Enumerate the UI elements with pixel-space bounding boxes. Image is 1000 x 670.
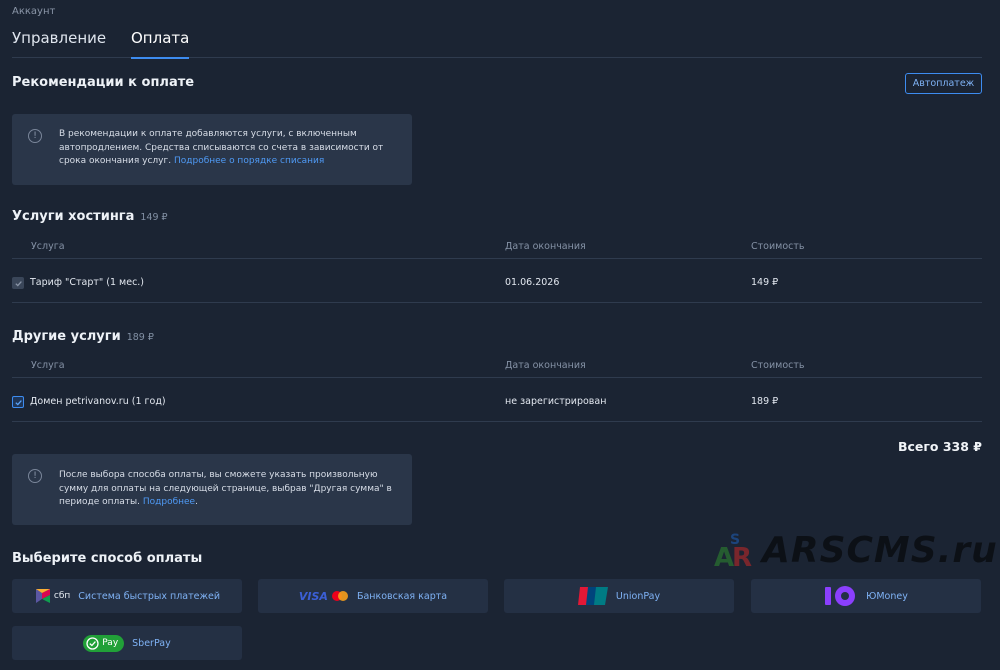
payment-method-sberpay[interactable]: Pay SberPay: [12, 626, 242, 660]
row-checkbox[interactable]: [12, 277, 24, 289]
tab-management[interactable]: Управление: [12, 29, 106, 58]
col-service: Услуга: [31, 360, 65, 371]
yoomoney-logo-icon: [824, 585, 858, 607]
recommend-info-box: ! В рекомендации к оплате добавляются ус…: [12, 114, 412, 185]
custom-sum-info-box: ! После выбора способа оплаты, вы сможет…: [12, 454, 412, 525]
autopay-button[interactable]: Автоплатеж: [905, 73, 982, 94]
col-end-date: Дата окончания: [505, 241, 586, 252]
watermark: A R S ARSCMS.ru: [712, 528, 998, 574]
sbp-logo-icon: сбп: [34, 587, 70, 605]
check-icon: [14, 280, 22, 286]
service-end-date: не зарегистрирован: [505, 396, 607, 407]
tab-payment[interactable]: Оплата: [131, 29, 190, 59]
other-table-header: Услуга Дата окончания Стоимость: [12, 356, 982, 378]
payment-title: Выберите способ оплаты: [12, 551, 203, 566]
payment-method-sbp[interactable]: сбп Система быстрых платежей: [12, 579, 242, 613]
tab-bar: Управление Оплата: [12, 29, 982, 59]
sberpay-logo-icon: Pay: [83, 634, 125, 652]
payment-method-label: UnionPay: [615, 590, 661, 602]
payment-order-link[interactable]: Подробнее о порядке списания: [174, 156, 324, 166]
unionpay-logo-icon: [577, 586, 608, 606]
payment-method-card[interactable]: VISA Банковская карта: [258, 579, 488, 613]
info-icon: !: [28, 469, 42, 483]
payment-method-label: ЮMoney: [866, 590, 908, 602]
breadcrumb[interactable]: Аккаунт: [12, 6, 55, 17]
total-amount: Всего 338 ₽: [897, 439, 982, 454]
watermark-text: ARSCMS.ru: [762, 529, 998, 571]
arscms-logo-icon: A R S: [712, 528, 756, 573]
custom-sum-info-text: После выбора способа оплаты, вы сможете …: [59, 470, 392, 508]
col-end-date: Дата окончания: [505, 360, 586, 371]
row-checkbox[interactable]: [12, 396, 24, 408]
col-service: Услуга: [31, 241, 65, 252]
payment-method-label: SberPay: [132, 637, 171, 649]
col-cost: Стоимость: [751, 360, 805, 371]
recommend-title: Рекомендации к оплате: [12, 75, 195, 90]
payment-method-label: Система быстрых платежей: [78, 590, 221, 602]
svg-text:S: S: [730, 532, 740, 548]
service-end-date: 01.06.2026: [505, 277, 560, 288]
table-row: Домен petrivanov.ru (1 год) не зарегистр…: [12, 382, 982, 422]
service-name: Тариф "Старт" (1 мес.): [30, 277, 145, 288]
visa-mastercard-logo-icon: VISA: [299, 590, 349, 603]
service-name: Домен petrivanov.ru (1 год): [30, 396, 166, 407]
other-sum: 189 ₽: [126, 332, 154, 343]
details-link[interactable]: Подробнее: [143, 497, 195, 507]
check-icon: [14, 399, 22, 405]
hosting-section-title: Услуги хостинга 149 ₽: [12, 209, 168, 224]
info-icon: !: [28, 129, 42, 143]
hosting-sum: 149 ₽: [140, 212, 168, 223]
other-section-title: Другие услуги 189 ₽: [12, 329, 154, 344]
payment-method-unionpay[interactable]: UnionPay: [504, 579, 734, 613]
col-cost: Стоимость: [751, 241, 805, 252]
payment-method-label: Банковская карта: [356, 590, 448, 602]
service-cost: 189 ₽: [751, 396, 779, 407]
hosting-table-header: Услуга Дата окончания Стоимость: [12, 237, 982, 259]
table-row: Тариф "Старт" (1 мес.) 01.06.2026 149 ₽: [12, 263, 982, 303]
service-cost: 149 ₽: [751, 277, 779, 288]
recommend-info-text: В рекомендации к оплате добавляются услу…: [59, 129, 384, 167]
payment-method-yoomoney[interactable]: ЮMoney: [751, 579, 981, 613]
